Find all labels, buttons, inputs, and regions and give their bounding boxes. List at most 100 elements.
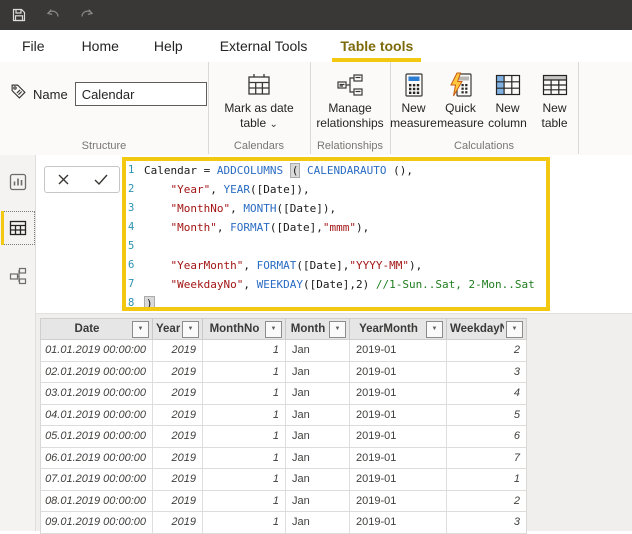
table-cell[interactable]: 2019-01 — [350, 362, 447, 383]
cancel-icon[interactable] — [50, 169, 78, 191]
report-view-button[interactable] — [1, 165, 35, 199]
new-table-label-2: table — [541, 116, 567, 131]
column-header-yearmonth[interactable]: YearMonth▼ — [350, 319, 447, 339]
code-line[interactable]: 4 "Month", FORMAT([Date],"mmm"), — [126, 218, 546, 237]
table-cell[interactable]: 2019-01 — [350, 405, 447, 426]
table-cell[interactable]: 2 — [447, 340, 526, 361]
quick-measure-button[interactable]: Quick measure — [437, 62, 484, 131]
table-cell[interactable]: 1 — [203, 405, 286, 426]
table-cell[interactable]: 2019 — [153, 383, 203, 404]
table-cell[interactable]: Jan — [286, 426, 350, 447]
table-cell[interactable]: Jan — [286, 448, 350, 469]
table-cell[interactable]: 2019 — [153, 469, 203, 490]
tab-external-tools[interactable]: External Tools — [216, 30, 312, 62]
table-cell[interactable]: 1 — [203, 469, 286, 490]
code-line[interactable]: 5 — [126, 237, 546, 256]
column-filter-button[interactable]: ▼ — [506, 321, 523, 338]
table-cell[interactable]: 1 — [203, 383, 286, 404]
table-cell[interactable]: Jan — [286, 362, 350, 383]
table-cell[interactable]: 2019-01 — [350, 448, 447, 469]
column-header-month[interactable]: Month▼ — [286, 319, 350, 339]
tab-table-tools[interactable]: Table tools — [330, 30, 423, 62]
code-text: "MonthNo", MONTH([Date]), — [140, 199, 336, 218]
column-header-monthno[interactable]: MonthNo▼ — [203, 319, 286, 339]
code-line[interactable]: 8) — [126, 294, 546, 311]
new-measure-button[interactable]: New measure — [390, 62, 437, 131]
table-cell[interactable]: 2019 — [153, 512, 203, 533]
new-column-button[interactable]: New column — [484, 62, 531, 131]
tab-help[interactable]: Help — [150, 30, 187, 62]
table-cell[interactable]: 2 — [447, 491, 526, 512]
table-cell[interactable]: 1 — [447, 469, 526, 490]
table-cell[interactable]: 2019-01 — [350, 491, 447, 512]
redo-icon[interactable] — [72, 0, 102, 30]
table-cell[interactable]: 2019-01 — [350, 340, 447, 361]
table-cell[interactable]: Jan — [286, 405, 350, 426]
code-line[interactable]: 2 "Year", YEAR([Date]), — [126, 180, 546, 199]
table-cell[interactable]: 03.01.2019 00:00:00 — [41, 383, 153, 404]
code-line[interactable]: 1Calendar = ADDCOLUMNS ( CALENDARAUTO ()… — [126, 161, 546, 180]
table-cell[interactable]: 02.01.2019 00:00:00 — [41, 362, 153, 383]
column-filter-button[interactable]: ▼ — [426, 321, 443, 338]
table-cell[interactable]: 2019 — [153, 405, 203, 426]
column-filter-button[interactable]: ▼ — [265, 321, 282, 338]
table-cell[interactable]: 5 — [447, 405, 526, 426]
mark-as-date-table-button[interactable]: Mark as date table ⌄ — [222, 62, 295, 132]
table-cell[interactable]: Jan — [286, 512, 350, 533]
table-cell[interactable]: 2019-01 — [350, 426, 447, 447]
table-cell[interactable]: 1 — [203, 340, 286, 361]
table-cell[interactable]: 6 — [447, 426, 526, 447]
table-cell[interactable]: 09.01.2019 00:00:00 — [41, 512, 153, 533]
table-cell[interactable]: 1 — [203, 426, 286, 447]
table-cell[interactable]: 2019 — [153, 426, 203, 447]
data-grid-area: Date▼Year▼MonthNo▼Month▼YearMonth▼Weekda… — [36, 314, 632, 531]
quick-measure-label-1: Quick — [445, 101, 476, 116]
dax-formula-editor[interactable]: 1Calendar = ADDCOLUMNS ( CALENDARAUTO ()… — [126, 161, 546, 311]
table-cell[interactable]: 3 — [447, 512, 526, 533]
table-cell[interactable]: 2019-01 — [350, 512, 447, 533]
table-cell[interactable]: 1 — [203, 362, 286, 383]
column-header-year[interactable]: Year▼ — [153, 319, 203, 339]
table-name-input[interactable] — [75, 82, 207, 106]
table-cell[interactable]: Jan — [286, 383, 350, 404]
table-cell[interactable]: Jan — [286, 340, 350, 361]
new-table-label-1: New — [542, 101, 566, 116]
table-cell[interactable]: 3 — [447, 362, 526, 383]
table-cell[interactable]: 7 — [447, 448, 526, 469]
code-line[interactable]: 3 "MonthNo", MONTH([Date]), — [126, 199, 546, 218]
table-cell[interactable]: 04.01.2019 00:00:00 — [41, 405, 153, 426]
table-cell[interactable]: 1 — [203, 491, 286, 512]
table-cell[interactable]: 05.01.2019 00:00:00 — [41, 426, 153, 447]
table-cell[interactable]: 07.01.2019 00:00:00 — [41, 469, 153, 490]
table-cell[interactable]: 2019 — [153, 340, 203, 361]
column-header-weekdayno[interactable]: WeekdayNo▼ — [447, 319, 526, 339]
column-header-date[interactable]: Date▼ — [41, 319, 153, 339]
new-table-button[interactable]: New table — [531, 62, 578, 131]
table-cell[interactable]: Jan — [286, 469, 350, 490]
code-line[interactable]: 6 "YearMonth", FORMAT([Date],"YYYY-MM"), — [126, 256, 546, 275]
table-cell[interactable]: 4 — [447, 383, 526, 404]
table-cell[interactable]: 2019-01 — [350, 383, 447, 404]
table-cell[interactable]: 2019-01 — [350, 469, 447, 490]
column-filter-button[interactable]: ▼ — [329, 321, 346, 338]
table-cell[interactable]: 1 — [203, 448, 286, 469]
table-cell[interactable]: 2019 — [153, 448, 203, 469]
table-cell[interactable]: 2019 — [153, 491, 203, 512]
table-cell[interactable]: 1 — [203, 512, 286, 533]
model-view-button[interactable] — [1, 259, 35, 293]
data-view-button[interactable] — [1, 211, 35, 245]
undo-icon[interactable] — [38, 0, 68, 30]
tab-file[interactable]: File — [18, 30, 49, 62]
table-cell[interactable]: 2019 — [153, 362, 203, 383]
column-filter-button[interactable]: ▼ — [182, 321, 199, 338]
table-cell[interactable]: 01.01.2019 00:00:00 — [41, 340, 153, 361]
commit-icon[interactable] — [87, 169, 115, 191]
column-filter-button[interactable]: ▼ — [132, 321, 149, 338]
code-line[interactable]: 7 "WeekdayNo", WEEKDAY([Date],2) //1-Sun… — [126, 275, 546, 294]
save-icon[interactable] — [4, 0, 34, 30]
tab-home[interactable]: Home — [78, 30, 123, 62]
table-cell[interactable]: 08.01.2019 00:00:00 — [41, 491, 153, 512]
manage-relationships-button[interactable]: Manage relationships — [314, 62, 385, 131]
table-cell[interactable]: 06.01.2019 00:00:00 — [41, 448, 153, 469]
table-cell[interactable]: Jan — [286, 491, 350, 512]
